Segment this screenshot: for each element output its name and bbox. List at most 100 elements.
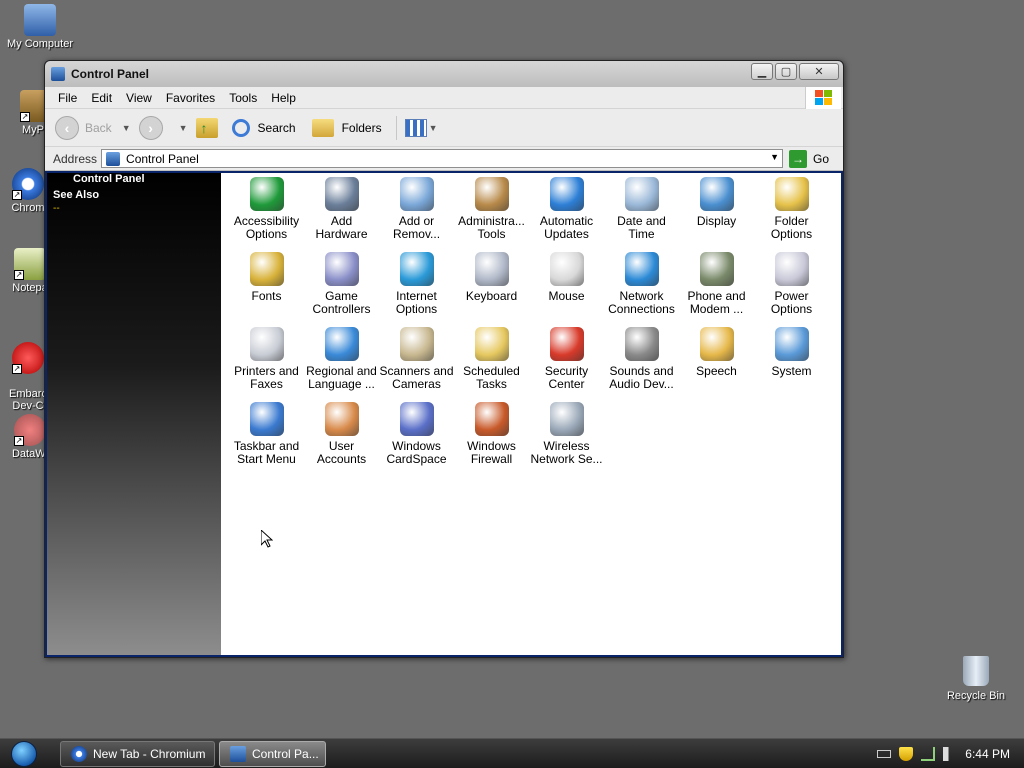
back-dropdown-icon[interactable]: ▼ xyxy=(122,123,131,133)
cp-item-label: System xyxy=(771,364,812,378)
cp-item-system[interactable]: System xyxy=(754,327,829,378)
datawin-icon: ↗ xyxy=(14,414,46,446)
admin-tools-icon xyxy=(474,177,509,211)
clock-icon xyxy=(624,177,659,211)
control-panel-window[interactable]: Control Panel ▁ ▢ ✕ File Edit View Favor… xyxy=(44,60,844,658)
cp-item-label: Options xyxy=(395,302,438,316)
cp-item-wireless[interactable]: Wireless Network Se... xyxy=(529,402,604,466)
folders-icon xyxy=(311,118,334,137)
cp-item-shield[interactable]: Security Center xyxy=(529,327,604,391)
forward-dropdown-icon[interactable]: ▼ xyxy=(179,123,188,133)
see-also-item[interactable]: -- xyxy=(53,203,60,214)
network-icon xyxy=(624,252,659,286)
network-icon[interactable] xyxy=(921,747,936,761)
windows-logo-icon xyxy=(805,87,841,109)
desktop-icon-recycle-bin[interactable]: Recycle Bin xyxy=(940,656,1012,702)
cp-item-mouse[interactable]: Mouse xyxy=(529,252,604,303)
cp-item-cardspace[interactable]: Windows CardSpace xyxy=(379,402,454,466)
chromium-icon: ↗ xyxy=(12,168,44,200)
close-icon: ✕ xyxy=(814,66,824,78)
cp-item-label: Fonts xyxy=(251,289,282,303)
users-icon xyxy=(324,402,359,436)
cp-item-label: Remov... xyxy=(392,227,441,241)
cp-item-tasks[interactable]: Scheduled Tasks xyxy=(454,327,529,391)
go-button[interactable]: → Go xyxy=(789,149,829,168)
cp-item-internet[interactable]: Internet Options xyxy=(379,252,454,316)
up-button[interactable]: ↑ xyxy=(195,117,218,138)
cp-item-add-hardware[interactable]: Add Hardware xyxy=(304,177,379,241)
task-control-panel[interactable]: Control Pa... xyxy=(219,740,326,767)
cp-item-users[interactable]: User Accounts xyxy=(304,402,379,466)
search-button[interactable]: Search xyxy=(231,118,296,137)
notepad-icon: ↗ xyxy=(14,248,46,280)
forward-button[interactable]: › xyxy=(138,115,169,140)
cp-item-label: Hardware xyxy=(315,227,368,241)
cp-item-clock[interactable]: Date and Time xyxy=(604,177,679,241)
volume-icon[interactable] xyxy=(943,747,958,761)
maximize-button[interactable]: ▢ xyxy=(775,63,797,80)
close-button[interactable]: ✕ xyxy=(799,63,839,80)
accessibility-icon xyxy=(249,177,284,211)
menu-help[interactable]: Help xyxy=(264,89,303,107)
desktop-icon-label: Recycle Bin xyxy=(946,690,1006,702)
clock[interactable]: 6:44 PM xyxy=(965,747,1010,761)
task-chromium[interactable]: New Tab - Chromium xyxy=(60,740,215,767)
cp-item-display[interactable]: Display xyxy=(679,177,754,228)
search-label: Search xyxy=(257,120,296,135)
cp-item-admin-tools[interactable]: Administra... Tools xyxy=(454,177,529,241)
cp-item-speech[interactable]: Speech xyxy=(679,327,754,378)
menu-favorites[interactable]: Favorites xyxy=(159,89,222,107)
updates-icon xyxy=(549,177,584,211)
cp-item-gamepad[interactable]: Game Controllers xyxy=(304,252,379,316)
cp-item-label: Display xyxy=(696,214,737,228)
title-bar[interactable]: Control Panel ▁ ▢ ✕ xyxy=(45,61,843,87)
gamepad-icon xyxy=(324,252,359,286)
cp-item-globe[interactable]: Regional and Language ... xyxy=(304,327,379,391)
security-shield-icon[interactable] xyxy=(899,747,914,761)
computer-icon xyxy=(24,4,56,36)
menu-edit[interactable]: Edit xyxy=(84,89,119,107)
cp-item-printer[interactable]: Printers and Faxes xyxy=(229,327,304,391)
toolbar-separator xyxy=(395,115,397,140)
cp-item-label: Keyboard xyxy=(465,289,518,303)
cp-item-network[interactable]: Network Connections xyxy=(604,252,679,316)
address-value: Control Panel xyxy=(126,151,199,166)
cp-item-power[interactable]: Power Options xyxy=(754,252,829,316)
cp-item-firewall[interactable]: Windows Firewall xyxy=(454,402,529,466)
keyboard-icon[interactable] xyxy=(877,750,892,758)
window-title: Control Panel xyxy=(71,67,150,81)
menu-tools[interactable]: Tools xyxy=(222,89,264,107)
desktop-icon-my-computer[interactable]: My Computer xyxy=(2,4,78,50)
cp-item-taskbar[interactable]: Taskbar and Start Menu xyxy=(229,402,304,466)
desktop-icon-label: My Computer xyxy=(6,38,74,50)
address-dropdown-icon[interactable]: ▼ xyxy=(770,152,779,162)
cp-item-fonts[interactable]: Fonts xyxy=(229,252,304,303)
cp-item-scanner[interactable]: Scanners and Cameras xyxy=(379,327,454,391)
menu-view[interactable]: View xyxy=(119,89,159,107)
cp-item-keyboard[interactable]: Keyboard xyxy=(454,252,529,303)
menu-file[interactable]: File xyxy=(51,89,84,107)
cp-item-label: Options xyxy=(770,227,813,241)
cp-item-accessibility[interactable]: Accessibility Options xyxy=(229,177,304,241)
phone-icon xyxy=(699,252,734,286)
cp-item-folder-options[interactable]: Folder Options xyxy=(754,177,829,241)
back-button[interactable]: ‹ Back xyxy=(55,115,112,140)
cp-item-label: Faxes xyxy=(250,377,283,391)
folders-button[interactable]: Folders xyxy=(311,118,382,137)
cp-item-speaker[interactable]: Sounds and Audio Dev... xyxy=(604,327,679,391)
address-input[interactable]: Control Panel ▼ xyxy=(101,149,784,168)
wireless-icon xyxy=(549,402,584,436)
chromium-icon xyxy=(71,745,87,762)
start-button[interactable] xyxy=(0,739,48,768)
task-pane-title: Control Panel xyxy=(73,173,145,185)
cp-item-add-remove[interactable]: Add or Remov... xyxy=(379,177,454,241)
taskbar-icon xyxy=(249,402,284,436)
minimize-button[interactable]: ▁ xyxy=(751,63,773,80)
cp-item-updates[interactable]: Automatic Updates xyxy=(529,177,604,241)
views-button[interactable]: ▼ xyxy=(404,118,438,137)
go-arrow-icon: → xyxy=(789,149,808,168)
cp-item-phone[interactable]: Phone and Modem ... xyxy=(679,252,754,316)
keyboard-icon xyxy=(474,252,509,286)
cp-item-label: Network Se... xyxy=(530,452,603,466)
cp-item-label: Language ... xyxy=(308,377,375,391)
